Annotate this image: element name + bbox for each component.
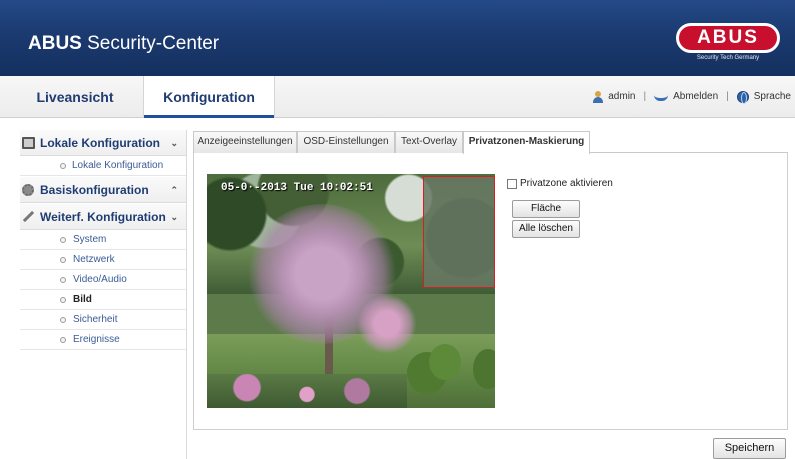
chevron-down-icon[interactable]: ⌄ [170, 130, 178, 156]
privacy-zone-checkbox[interactable] [507, 178, 517, 189]
logout-link[interactable]: Abmelden [673, 76, 718, 118]
sidebar-item-netzwerk[interactable]: Netzwerk [20, 250, 186, 270]
bullet-icon [60, 317, 66, 323]
abus-logo: ABUS Security Tech Germany [676, 23, 780, 65]
item-label: System [73, 234, 107, 245]
sidebar-section-lokale-konfiguration[interactable]: Lokale Konfiguration ⌄ [20, 130, 186, 156]
clear-all-button[interactable]: Alle löschen [512, 220, 580, 238]
tab-liveansicht[interactable]: Liveansicht [20, 76, 130, 118]
wrench-icon [22, 210, 35, 223]
sidebar-item-bild[interactable]: Bild [20, 290, 186, 310]
monitor-icon [22, 137, 35, 149]
privacy-zone-checkbox-row[interactable]: Privatzone aktivieren [507, 178, 613, 189]
sidebar-section-weiterf-konfiguration[interactable]: Weiterf. Konfiguration ⌄ [20, 204, 186, 230]
user-area: admin | Abmelden | Sprache [593, 76, 791, 118]
chevron-up-icon[interactable]: ⌃ [170, 177, 178, 203]
tab-konfiguration[interactable]: Konfiguration [143, 76, 275, 118]
sidebar: Lokale Konfiguration ⌄ Lokale Konfigurat… [20, 130, 187, 459]
item-label: Bild [73, 294, 92, 305]
app-header: ABUS Security-Center ABUS Security Tech … [0, 0, 795, 76]
user-icon [593, 91, 604, 103]
camera-preview[interactable]: 05-0·-2013 Tue 10:02:51 [207, 174, 495, 408]
sidebar-item-sicherheit[interactable]: Sicherheit [20, 310, 186, 330]
camera-bush [429, 344, 461, 380]
item-label: Ereignisse [73, 334, 120, 345]
section-label: Basiskonfiguration [40, 183, 149, 197]
sidebar-item-video-audio[interactable]: Video/Audio [20, 270, 186, 290]
gear-icon [22, 184, 34, 196]
item-label: Sicherheit [73, 314, 118, 325]
separator: | [726, 91, 729, 102]
bullet-icon [60, 277, 66, 283]
privacy-mask-area[interactable] [423, 176, 495, 288]
camera-bush [473, 349, 495, 389]
language-link[interactable]: Sprache [754, 76, 791, 118]
bullet-icon [60, 337, 66, 343]
sidebar-section-basiskonfiguration[interactable]: Basiskonfiguration ⌃ [20, 177, 186, 203]
bullet-icon [60, 237, 66, 243]
tab-anzeigeeinstellungen[interactable]: Anzeigeeinstellungen [193, 131, 297, 153]
section-label: Lokale Konfiguration [40, 136, 160, 150]
item-label: Lokale Konfiguration [72, 160, 164, 171]
logout-icon[interactable] [654, 93, 669, 101]
logo-mark: ABUS [676, 23, 780, 53]
sidebar-item-system[interactable]: System [20, 230, 186, 250]
chevron-down-icon[interactable]: ⌄ [170, 204, 178, 230]
osd-timestamp: 05-0·-2013 Tue 10:02:51 [221, 182, 373, 194]
globe-icon[interactable] [736, 91, 749, 104]
privacy-zone-label: Privatzone aktivieren [520, 178, 613, 189]
logo-tagline: Security Tech Germany [696, 55, 760, 61]
save-button[interactable]: Speichern [713, 438, 786, 459]
tab-osd-einstellungen[interactable]: OSD-Einstellungen [297, 131, 395, 153]
sidebar-item-lokale-konfiguration[interactable]: Lokale Konfiguration [20, 156, 186, 176]
content-tabbar: Anzeigeeinstellungen OSD-Einstellungen T… [193, 131, 788, 154]
camera-flowerbed [207, 374, 407, 408]
tab-text-overlay[interactable]: Text-Overlay [395, 131, 463, 153]
bullet-icon [60, 297, 66, 303]
sidebar-item-ereignisse[interactable]: Ereignisse [20, 330, 186, 350]
tab-privatzonen-maskierung[interactable]: Privatzonen-Maskierung [463, 131, 590, 154]
user-name[interactable]: admin [608, 76, 635, 118]
item-label: Netzwerk [73, 254, 115, 265]
app-title: ABUS Security-Center [28, 33, 220, 54]
area-button[interactable]: Fläche [512, 200, 580, 218]
separator: | [643, 91, 647, 102]
top-navigation: Liveansicht Konfiguration admin | Abmeld… [0, 76, 795, 118]
bullet-icon [60, 257, 66, 263]
item-label: Video/Audio [73, 274, 127, 285]
camera-blossom-shrub [357, 294, 417, 354]
bullet-icon [60, 163, 66, 169]
section-label: Weiterf. Konfiguration [40, 210, 166, 224]
